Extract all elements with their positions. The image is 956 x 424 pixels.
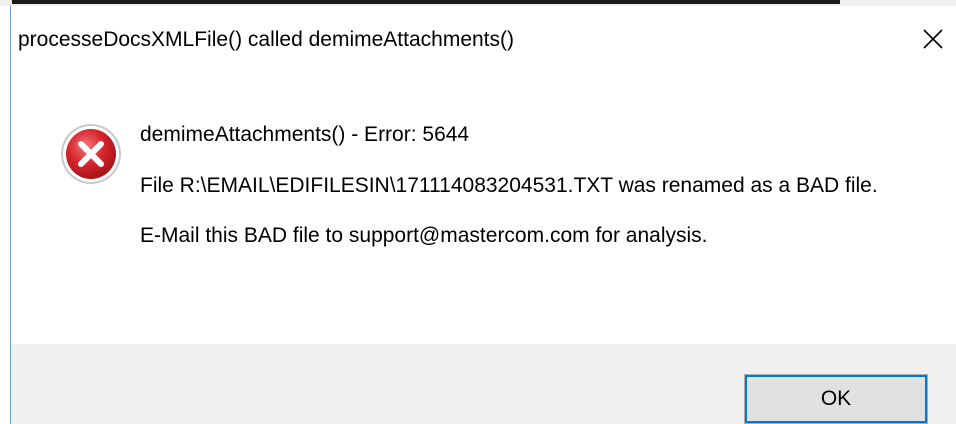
error-dialog: processeDocsXMLFile() called demimeAttac… — [10, 6, 956, 424]
close-button[interactable] — [910, 16, 956, 62]
error-icon — [61, 124, 121, 184]
background-window-edge — [12, 0, 840, 4]
screen: processeDocsXMLFile() called demimeAttac… — [0, 0, 956, 424]
close-icon — [923, 29, 943, 49]
dialog-title: processeDocsXMLFile() called demimeAttac… — [18, 28, 514, 51]
ok-button[interactable]: OK — [744, 374, 928, 424]
message-heading: demimeAttachments() - Error: 5644 — [140, 123, 470, 146]
title-bar[interactable]: processeDocsXMLFile() called demimeAttac… — [11, 6, 956, 68]
dialog-content: demimeAttachments() - Error: 5644 File R… — [11, 68, 956, 344]
message-block: demimeAttachments() - Error: 5644 File R… — [140, 120, 930, 250]
message-instruction: E-Mail this BAD file to support@masterco… — [140, 224, 708, 247]
message-detail: File R:\EMAIL\EDIFILESIN\171114083204531… — [140, 174, 878, 197]
dialog-footer: OK — [11, 344, 956, 424]
